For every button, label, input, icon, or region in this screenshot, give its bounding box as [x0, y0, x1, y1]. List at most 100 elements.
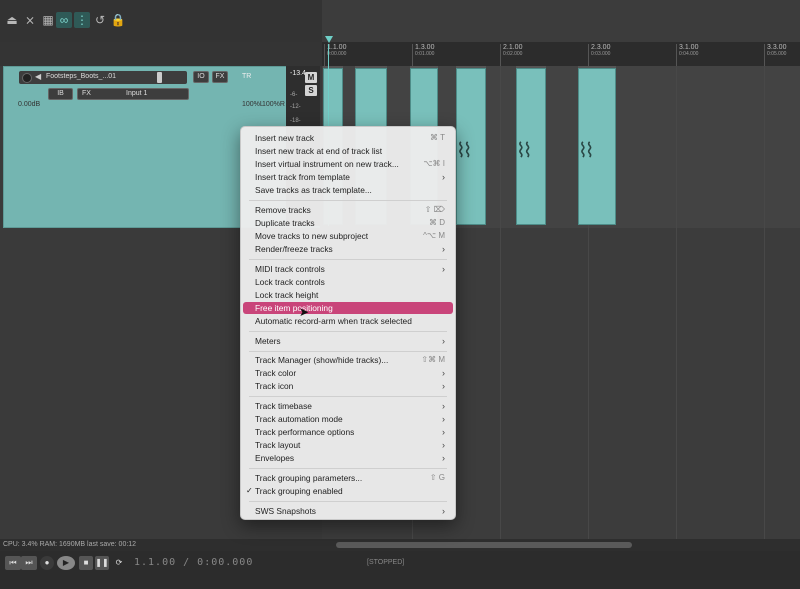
- meter-peak-readout: -13.4: [290, 70, 306, 77]
- go-to-start-button[interactable]: ⏮: [5, 556, 21, 570]
- menu-item-lock-track-height[interactable]: Lock track height: [243, 289, 453, 301]
- lock-icon[interactable]: 🔒: [110, 12, 126, 28]
- chevron-right-icon: ›: [442, 368, 445, 378]
- input-mode-button[interactable]: IB: [48, 88, 73, 100]
- ruler-tick: 2.1.00 0:02.000: [499, 44, 523, 66]
- pan-left-readout: 100%L: [242, 101, 264, 108]
- chevron-right-icon: ›: [442, 264, 445, 274]
- menu-item-move-to-subproject[interactable]: Move tracks to new subproject ^⌥ M: [243, 230, 453, 242]
- grid-line: [676, 66, 677, 539]
- fx-chain-label: FX: [82, 90, 91, 97]
- ruler-tick: 3.1.00 0:04.000: [675, 44, 699, 66]
- menu-item-envelopes[interactable]: Envelopes ›: [243, 452, 453, 464]
- ruler-tick: 1.1.00 0:00.000: [323, 44, 347, 66]
- pan-right-readout: 100%R: [262, 101, 285, 108]
- menu-item-track-timebase[interactable]: Track timebase ›: [243, 400, 453, 412]
- chevron-right-icon: ›: [442, 336, 445, 346]
- menu-item-insert-track-at-end[interactable]: Insert new track at end of track list: [243, 145, 453, 157]
- chevron-right-icon: ›: [442, 427, 445, 437]
- fx-button[interactable]: FX: [212, 71, 228, 83]
- scrollbar-thumb[interactable]: [336, 542, 632, 548]
- menu-item-render-freeze[interactable]: Render/freeze tracks ›: [243, 243, 453, 255]
- chevron-right-icon: ›: [442, 401, 445, 411]
- chevron-right-icon: ›: [442, 453, 445, 463]
- menu-separator: [249, 501, 447, 502]
- timeline-ruler[interactable]: [322, 42, 800, 66]
- playhead-marker[interactable]: [325, 36, 333, 43]
- solo-button[interactable]: S: [305, 85, 317, 96]
- io-button[interactable]: IO: [193, 71, 209, 83]
- menu-item-auto-record-arm[interactable]: Automatic record-arm when track selected: [243, 315, 453, 327]
- menu-item-insert-new-track[interactable]: Insert new track ⌘ T: [243, 132, 453, 144]
- menu-item-sws-snapshots[interactable]: SWS Snapshots ›: [243, 505, 453, 517]
- menu-item-remove-tracks[interactable]: Remove tracks ⇧ ⌦: [243, 204, 453, 216]
- checkmark-icon: ✓: [246, 486, 253, 495]
- go-to-end-button[interactable]: ⏭: [21, 556, 37, 570]
- grid-line: [500, 66, 501, 539]
- ruler-tick: 3.3.00 0:05.000: [763, 44, 787, 66]
- menu-item-track-performance[interactable]: Track performance options ›: [243, 426, 453, 438]
- menu-item-free-item-positioning[interactable]: Free item positioning: [243, 302, 453, 314]
- metronome-icon[interactable]: ⏏: [4, 12, 20, 28]
- menu-item-track-layout[interactable]: Track layout ›: [243, 439, 453, 451]
- play-button[interactable]: ▶: [57, 556, 75, 570]
- menu-separator: [249, 200, 447, 201]
- menu-item-track-color[interactable]: Track color ›: [243, 367, 453, 379]
- loop-icon[interactable]: ↺: [92, 12, 108, 28]
- chevron-right-icon: ›: [442, 381, 445, 391]
- meter-tick: -12-: [290, 104, 301, 110]
- ripple-icon[interactable]: ⨯: [22, 12, 38, 28]
- tcp-header: [0, 42, 322, 66]
- transport-state: [STOPPED]: [367, 559, 405, 566]
- waveform-icon: ⌇⌇: [456, 140, 472, 162]
- chevron-right-icon: ›: [442, 506, 445, 516]
- chevron-right-icon: ›: [442, 414, 445, 424]
- menu-item-grouping-enabled[interactable]: ✓ Track grouping enabled: [243, 485, 453, 497]
- menu-item-meters[interactable]: Meters ›: [243, 335, 453, 347]
- menu-separator: [249, 331, 447, 332]
- record-arm-button[interactable]: [22, 73, 32, 83]
- menu-item-midi-track-controls[interactable]: MIDI track controls ›: [243, 263, 453, 275]
- chevron-right-icon: ›: [442, 440, 445, 450]
- ruler-tick: 2.3.00 0:03.000: [587, 44, 611, 66]
- chevron-right-icon: ›: [442, 172, 445, 182]
- input-label: Input 1: [126, 90, 148, 97]
- grid-dots-icon[interactable]: ⋮: [74, 12, 90, 28]
- repeat-icon[interactable]: ⟳: [112, 556, 126, 570]
- waveform-icon: ⌇⌇: [578, 140, 594, 162]
- waveform-icon: ⌇⌇: [516, 140, 532, 162]
- menu-item-duplicate-tracks[interactable]: Duplicate tracks ⌘ D: [243, 217, 453, 229]
- grid-icon[interactable]: ▦: [40, 12, 56, 28]
- meter-tick: -18-: [290, 118, 301, 124]
- volume-readout: 0.00dB: [18, 101, 41, 108]
- stop-button[interactable]: ■: [79, 556, 93, 570]
- grid-line: [764, 66, 765, 539]
- ruler-tick: 1.3.00 0:01.000: [411, 44, 435, 66]
- menu-separator: [249, 259, 447, 260]
- mute-button[interactable]: M: [305, 72, 317, 83]
- menu-item-save-template[interactable]: Save tracks as track template...: [243, 184, 453, 196]
- route-label[interactable]: TR: [242, 73, 251, 80]
- main-toolbar: ⏏ ⨯ ▦ ∞ ⋮ ↺ 🔒: [0, 0, 322, 42]
- menu-item-track-manager[interactable]: Track Manager (show/hide tracks)... ⇧⌘ M: [243, 354, 453, 366]
- record-button[interactable]: ●: [40, 556, 54, 570]
- menu-item-track-icon[interactable]: Track icon ›: [243, 380, 453, 392]
- menu-item-grouping-parameters[interactable]: Track grouping parameters... ⇧ G: [243, 472, 453, 484]
- pause-button[interactable]: ❚❚: [95, 556, 109, 570]
- menu-item-insert-virtual-instrument[interactable]: Insert virtual instrument on new track..…: [243, 158, 453, 170]
- menu-separator: [249, 351, 447, 352]
- mouse-cursor-icon: ➤: [299, 305, 310, 319]
- track-name[interactable]: Footsteps_Boots_...01: [46, 73, 116, 80]
- status-text: CPU: 3.4% RAM: 1690MB last save: 00:12: [3, 541, 137, 548]
- menu-item-track-automation-mode[interactable]: Track automation mode ›: [243, 413, 453, 425]
- track-context-menu: Insert new track ⌘ T Insert new track at …: [240, 126, 456, 520]
- menu-item-lock-track-controls[interactable]: Lock track controls: [243, 276, 453, 288]
- input-select[interactable]: FX Input 1: [77, 88, 189, 100]
- speaker-icon[interactable]: ◀: [35, 72, 41, 81]
- volume-slider-knob[interactable]: [157, 72, 162, 83]
- time-display[interactable]: 1.1.00 / 0:00.000: [134, 557, 253, 568]
- menu-separator: [249, 468, 447, 469]
- meter-tick: -6-: [290, 92, 298, 98]
- menu-item-insert-from-template[interactable]: Insert track from template ›: [243, 171, 453, 183]
- snap-icon[interactable]: ∞: [56, 12, 72, 28]
